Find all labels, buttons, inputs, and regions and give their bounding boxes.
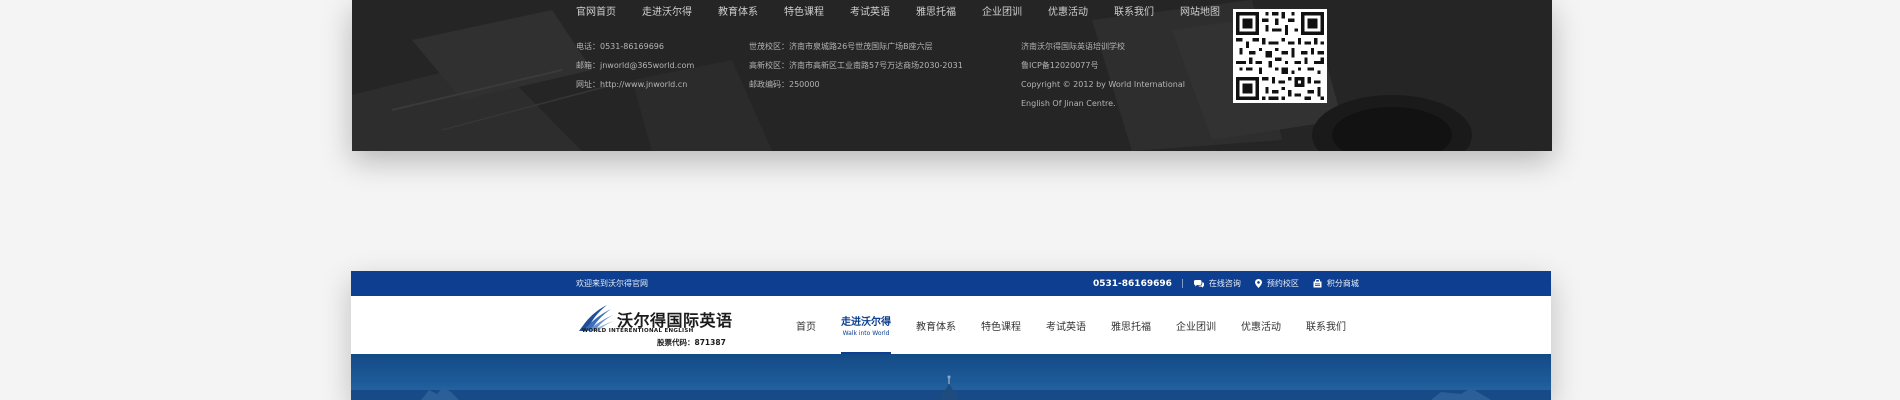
logo-english-name: WORLD INTERENTIONAL ENGLISH: [582, 328, 694, 334]
footer-nav: 官网首页 走进沃尔得 教育体系 特色课程 考试英语 雅思托福 企业团训 优惠活动…: [576, 5, 1220, 21]
footer-nav-promotions[interactable]: 优惠活动: [1048, 5, 1088, 21]
footer-copyright: Copyright © 2012 by World International: [1021, 80, 1185, 89]
top-bar-links: 0531-86169696 在线咨询 预约校区 积分商城: [1093, 271, 1359, 296]
nav-item-education[interactable]: 教育体系: [916, 296, 956, 354]
points-mall-link[interactable]: 积分商城: [1313, 278, 1359, 289]
footer-nav-home[interactable]: 官网首页: [576, 5, 616, 21]
top-bar-divider: [1181, 279, 1183, 288]
hotline-phone: 0531-86169696: [1093, 278, 1172, 289]
nav-item-label: 考试英语: [1046, 321, 1086, 333]
nav-item-promotions[interactable]: 优惠活动: [1241, 296, 1281, 354]
footer-nav-ielts[interactable]: 雅思托福: [916, 5, 956, 21]
footer-campus-shimao: 世茂校区：济南市泉城路26号世茂国际广场B座六层: [749, 42, 933, 51]
footer-nav-contact[interactable]: 联系我们: [1114, 5, 1154, 21]
top-bar: 欢迎来到沃尔得官网 0531-86169696 在线咨询 预约校区 积分商城: [351, 271, 1551, 296]
location-pin-icon: [1254, 279, 1262, 288]
footer-nav-courses[interactable]: 特色课程: [784, 5, 824, 21]
footer-postcode: 邮政编码：250000: [749, 80, 820, 89]
hero-banner: [351, 354, 1551, 400]
nav-item-contact[interactable]: 联系我们: [1306, 296, 1346, 354]
site-header-preview: 欢迎来到沃尔得官网 0531-86169696 在线咨询 预约校区 积分商城 沃…: [351, 271, 1551, 400]
nav-item-courses[interactable]: 特色课程: [981, 296, 1021, 354]
footer-contact-column: 电话：0531-86169696 邮箱：jnworld@365world.com…: [576, 37, 694, 94]
nav-item-label: 教育体系: [916, 321, 956, 333]
footer-email[interactable]: 邮箱：jnworld@365world.com: [576, 56, 694, 75]
footer-nav-education[interactable]: 教育体系: [718, 5, 758, 21]
nav-item-label: 优惠活动: [1241, 321, 1281, 333]
points-mall-label: 积分商城: [1326, 279, 1359, 288]
banner-photo: [351, 375, 1551, 400]
nav-item-ielts[interactable]: 雅思托福: [1111, 296, 1151, 354]
footer-company-column: 济南沃尔得国际英语培训学校 鲁ICP备12020077号 Copyright ©…: [1021, 37, 1185, 113]
book-campus-link[interactable]: 预约校区: [1254, 278, 1299, 289]
nav-item-about[interactable]: 走进沃尔得 Walk into World: [841, 296, 891, 354]
site-footer-preview: 官网首页 走进沃尔得 教育体系 特色课程 考试英语 雅思托福 企业团训 优惠活动…: [352, 0, 1552, 151]
online-consult-link[interactable]: 在线咨询: [1193, 278, 1241, 289]
online-consult-label: 在线咨询: [1208, 279, 1241, 288]
nav-item-label: 联系我们: [1306, 321, 1346, 333]
footer-campus-column: 世茂校区：济南市泉城路26号世茂国际广场B座六层 高新校区：济南市高新区工业南路…: [749, 37, 963, 94]
nav-item-sublabel: Walk into World: [842, 330, 890, 337]
footer-phone: 电话：0531-86169696: [576, 42, 664, 51]
nav-item-label: 走进沃尔得: [841, 317, 891, 328]
nav-item-exam[interactable]: 考试英语: [1046, 296, 1086, 354]
nav-item-label: 企业团训: [1176, 321, 1216, 333]
chat-icon: [1193, 279, 1204, 288]
nav-item-label: 雅思托福: [1111, 321, 1151, 333]
footer-school-name: 济南沃尔得国际英语培训学校: [1021, 42, 1125, 51]
welcome-text: 欢迎来到沃尔得官网: [576, 279, 648, 288]
qr-code-icon: [1233, 9, 1327, 103]
footer-icp[interactable]: 鲁ICP备12020077号: [1021, 56, 1185, 75]
footer-nav-exam[interactable]: 考试英语: [850, 5, 890, 21]
footer-campus-gaoxin: 高新校区：济南市高新区工业南路57号万达商场2030-2031: [749, 61, 963, 70]
nav-item-label: 首页: [796, 321, 816, 333]
nav-item-label: 特色课程: [981, 321, 1021, 333]
main-nav: 首页 走进沃尔得 Walk into World 教育体系 特色课程 考试英语 …: [796, 296, 1346, 354]
site-logo[interactable]: 沃尔得国际英语 WORLD INTERENTIONAL ENGLISH 股票代码…: [577, 303, 737, 348]
shop-bag-icon: [1313, 279, 1322, 288]
main-navbar: 沃尔得国际英语 WORLD INTERENTIONAL ENGLISH 股票代码…: [351, 296, 1551, 354]
footer-copyright-line2: English Of Jinan Centre.: [1021, 99, 1116, 108]
nav-item-home[interactable]: 首页: [796, 296, 816, 354]
stock-code: 股票代码：871387: [657, 338, 726, 347]
book-campus-label: 预约校区: [1266, 279, 1299, 288]
footer-nav-corporate[interactable]: 企业团训: [982, 5, 1022, 21]
footer-website[interactable]: 网址：http://www.jnworld.cn: [576, 75, 694, 94]
footer-nav-sitemap[interactable]: 网站地图: [1180, 5, 1220, 21]
nav-item-corporate[interactable]: 企业团训: [1176, 296, 1216, 354]
footer-nav-about[interactable]: 走进沃尔得: [642, 5, 692, 21]
